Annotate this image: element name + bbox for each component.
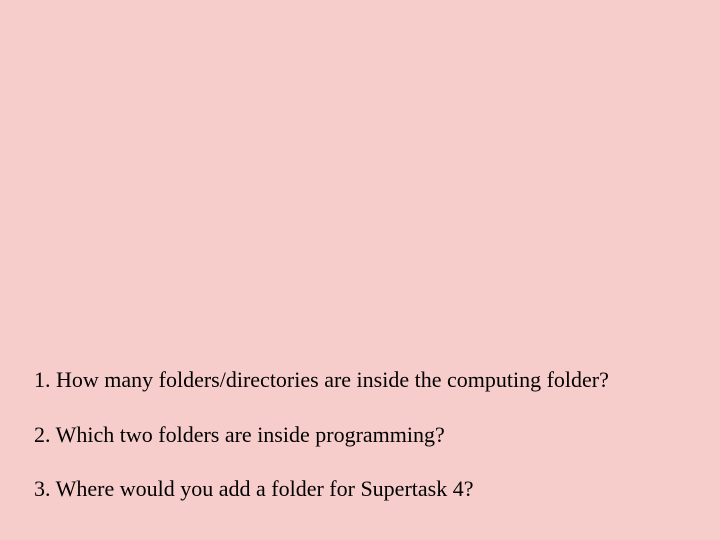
question-text: Which two folders are inside programming…	[56, 422, 445, 447]
question-list: 1. How many folders/directories are insi…	[34, 366, 700, 530]
question-item: 2. Which two folders are inside programm…	[34, 421, 700, 450]
question-number: 2.	[34, 422, 51, 447]
question-item: 1. How many folders/directories are insi…	[34, 366, 700, 395]
question-number: 3.	[34, 476, 51, 501]
question-item: 3. Where would you add a folder for Supe…	[34, 475, 700, 504]
question-number: 1.	[34, 367, 51, 392]
question-text: Where would you add a folder for Superta…	[56, 476, 474, 501]
question-text: How many folders/directories are inside …	[56, 367, 609, 392]
